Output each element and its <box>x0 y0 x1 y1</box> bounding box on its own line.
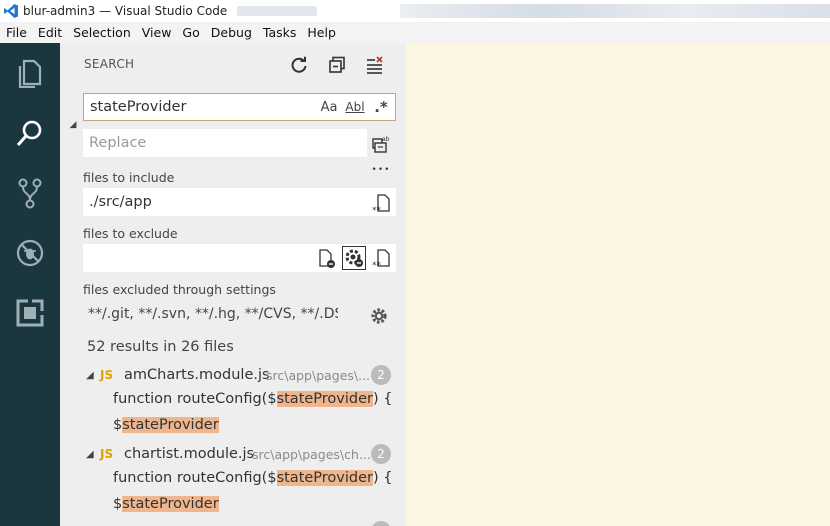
file-pattern-icon: ** <box>372 249 390 269</box>
result-match-line[interactable]: function routeConfig($stateProvider) { <box>113 391 393 407</box>
result-count-badge-partial <box>371 521 391 526</box>
match-whole-word-toggle[interactable]: Abl <box>344 98 366 116</box>
result-match-line[interactable]: $stateProvider <box>113 417 219 433</box>
activity-explorer[interactable] <box>0 43 60 103</box>
replace-toggle[interactable]: ◢ <box>68 119 78 131</box>
replace-placeholder: Replace <box>89 135 147 151</box>
match-highlight: stateProvider <box>276 470 373 486</box>
exclude-pattern-button[interactable]: ** <box>370 248 392 270</box>
match-prefix: function routeConfig($ <box>113 470 277 486</box>
match-highlight: stateProvider <box>276 391 373 407</box>
replace-input[interactable]: Replace <box>83 129 367 157</box>
menu-file[interactable]: File <box>0 25 32 40</box>
replace-all-button[interactable]: ab <box>370 133 392 155</box>
result-file-path: src\app\pages\... <box>266 367 370 383</box>
excluded-settings-value: **/.git, **/.svn, **/.hg, **/CVS, **/.DS… <box>88 306 338 322</box>
svg-text:ab: ab <box>382 136 390 143</box>
svg-text:**: ** <box>372 261 382 269</box>
result-file-name: chartist.module.js <box>124 446 255 462</box>
toggle-search-details[interactable]: ••• <box>370 161 392 179</box>
chevron-down-icon: ◢ <box>86 369 94 381</box>
chevron-down-icon: ◢ <box>86 448 94 460</box>
chevron-down-icon: ◢ <box>69 120 77 130</box>
window-title: blur-admin3 — Visual Studio Code <box>23 4 228 18</box>
title-blur <box>237 6 318 16</box>
sidebar-actions <box>286 53 388 77</box>
results-summary: 52 results in 26 files <box>87 339 234 355</box>
result-count-badge: 2 <box>371 365 391 385</box>
gear-icon <box>371 308 387 324</box>
search-query: stateProvider <box>90 99 187 115</box>
search-icon <box>16 120 42 146</box>
js-file-icon: JS <box>100 368 114 382</box>
result-match-line[interactable]: $stateProvider <box>113 496 219 512</box>
include-label: files to include <box>83 170 175 185</box>
menu-help[interactable]: Help <box>301 25 341 40</box>
exclude-label: files to exclude <box>83 226 178 241</box>
use-exclude-settings-toggle[interactable] <box>342 246 366 270</box>
regex-toggle[interactable]: .* <box>370 98 392 116</box>
js-file-icon: JS <box>100 447 114 461</box>
activity-bar <box>0 43 60 526</box>
activity-source-control[interactable] <box>0 163 60 223</box>
explorer-icon <box>18 59 42 88</box>
title-bar: blur-admin3 — Visual Studio Code <box>0 0 830 22</box>
extensions-icon <box>16 299 44 327</box>
result-file-row[interactable]: ◢ JS chartist.module.js src\app\pages\ch… <box>60 442 406 466</box>
source-control-icon <box>18 178 42 209</box>
result-match-line[interactable]: function routeConfig($stateProvider) { <box>113 470 393 486</box>
refresh-icon <box>291 56 307 73</box>
match-highlight: stateProvider <box>122 417 219 433</box>
match-case-toggle[interactable]: Aa <box>318 98 340 116</box>
result-file-row[interactable]: ◢ JS amCharts.module.js src\app\pages\..… <box>60 363 406 387</box>
sidebar-title: SEARCH <box>84 57 135 71</box>
search-sidebar: SEARCH stateProvider Aa Abl .* ◢ Replace… <box>60 43 406 526</box>
vscode-logo-icon <box>4 4 18 18</box>
result-file-name: amCharts.module.js <box>124 367 270 383</box>
result-file-path: src\app\pages\ch... <box>252 446 370 462</box>
activity-debug[interactable] <box>0 223 60 283</box>
match-suffix: ) { <box>373 470 393 486</box>
result-count-badge: 2 <box>371 444 391 464</box>
use-exclude-settings-toggle-include[interactable]: ** <box>370 193 392 215</box>
svg-text:**: ** <box>372 206 382 214</box>
clear-results-button[interactable] <box>362 53 388 77</box>
match-prefix: $ <box>113 417 123 433</box>
menu-go[interactable]: Go <box>176 25 204 40</box>
refresh-button[interactable] <box>286 53 312 77</box>
collapse-all-button[interactable] <box>324 53 350 77</box>
match-prefix: function routeConfig($ <box>113 391 277 407</box>
gear-minus-icon <box>345 249 363 267</box>
exclude-file-button[interactable] <box>316 248 338 270</box>
clear-results-icon <box>367 56 383 74</box>
debug-icon <box>16 239 44 267</box>
menu-edit[interactable]: Edit <box>32 25 67 40</box>
include-input[interactable]: ./src/app <box>83 188 396 216</box>
menu-bar: File Edit Selection View Go Debug Tasks … <box>0 22 830 43</box>
match-highlight: stateProvider <box>122 496 219 512</box>
replace-all-icon: ab <box>372 136 390 153</box>
editor-area[interactable] <box>406 43 830 526</box>
match-suffix: ) { <box>373 391 393 407</box>
menu-debug[interactable]: Debug <box>205 25 257 40</box>
menu-view[interactable]: View <box>136 25 177 40</box>
menu-tasks[interactable]: Tasks <box>257 25 302 40</box>
open-settings-button[interactable] <box>368 305 390 327</box>
file-pattern-icon: ** <box>372 194 390 214</box>
match-prefix: $ <box>113 496 123 512</box>
menu-selection[interactable]: Selection <box>67 25 136 40</box>
activity-search[interactable] <box>0 103 60 163</box>
title-blur-right <box>400 4 830 18</box>
include-value: ./src/app <box>89 194 152 210</box>
excluded-settings-label: files excluded through settings <box>83 282 276 297</box>
collapse-all-icon <box>329 56 345 73</box>
activity-extensions[interactable] <box>0 283 60 343</box>
file-minus-icon <box>319 249 335 268</box>
